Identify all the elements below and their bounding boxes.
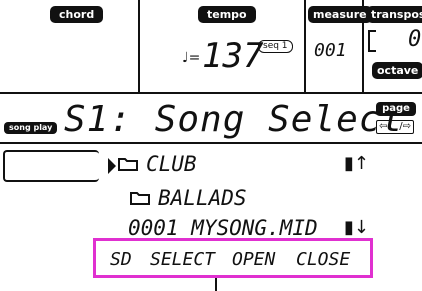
page-title: S1: Song Select <box>64 99 405 140</box>
page-label: page <box>376 102 416 116</box>
scroll-up-icon[interactable]: ▮↑ <box>344 152 369 176</box>
softkey-select[interactable]: SELECT <box>150 248 215 272</box>
list-item-name: CLUB <box>146 152 197 176</box>
softkey-close[interactable]: CLOSE <box>296 248 350 272</box>
tempo-label: tempo <box>198 6 256 23</box>
transpose-value: 0 <box>408 27 422 52</box>
page-menu-button[interactable]: page ⇦ /⇨ <box>374 100 418 138</box>
page-left-icon: ⇦ <box>379 121 388 132</box>
measure-cell: measure 001 <box>306 0 372 92</box>
callout-pointer <box>215 278 217 291</box>
softkey-bar: SD SELECT OPEN CLOSE <box>0 240 422 291</box>
folder-icon <box>130 192 150 205</box>
page-title-bar: song play S1: Song Select page ⇦ /⇨ <box>0 96 422 144</box>
header-bar: chord tempo ♩= 137 seq 1 measure 001 tra… <box>0 0 422 94</box>
chord-label: chord <box>50 6 104 23</box>
measure-value: 001 <box>314 40 347 61</box>
softkey-sd[interactable]: SD <box>110 248 132 272</box>
tempo-value: 137 <box>202 36 264 76</box>
transpose-label: transpose <box>367 6 422 23</box>
folder-icon <box>118 158 138 171</box>
transpose-cell[interactable]: transpose 0 octave <box>364 0 422 92</box>
page-arrows: ⇦ /⇨ <box>376 120 414 134</box>
seq-badge: seq 1 <box>258 40 293 53</box>
list-item-name: BALLADS <box>158 186 247 210</box>
transpose-bracket-icon <box>368 30 376 52</box>
softkey-open[interactable]: OPEN <box>232 248 275 272</box>
note-icon: ♩= <box>182 50 201 66</box>
tempo-cell[interactable]: tempo ♩= 137 seq 1 <box>140 0 306 92</box>
song-play-badge: song play <box>4 122 58 134</box>
octave-label: octave <box>372 62 422 79</box>
list-item[interactable]: CLUB ▮↑ <box>0 146 422 182</box>
page-right-icon: /⇨ <box>399 121 411 132</box>
scroll-down-icon[interactable]: ▮↓ <box>344 216 369 240</box>
chord-cell[interactable]: chord <box>0 0 140 92</box>
measure-label: measure <box>308 6 372 23</box>
